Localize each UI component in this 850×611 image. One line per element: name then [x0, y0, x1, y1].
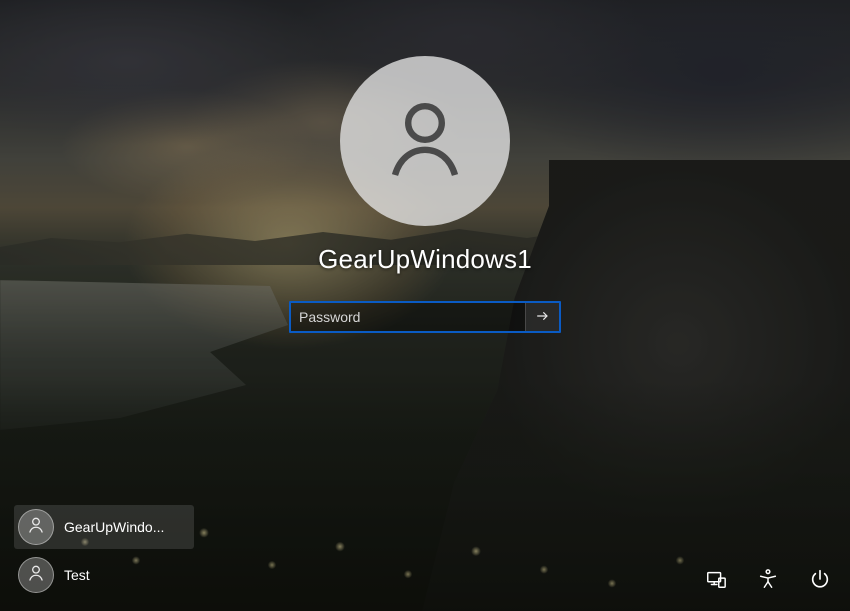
user-switcher-item[interactable]: Test [14, 553, 194, 597]
network-button[interactable] [704, 569, 728, 593]
person-icon [377, 91, 473, 192]
person-icon [26, 563, 46, 588]
user-avatar-large [340, 56, 510, 226]
system-buttons-row [704, 569, 832, 593]
user-switcher-label: Test [64, 567, 90, 583]
user-switcher-label: GearUpWindo... [64, 519, 164, 535]
power-button[interactable] [808, 569, 832, 593]
power-icon [809, 568, 831, 595]
accessibility-icon [757, 568, 779, 595]
user-switcher-list: GearUpWindo... Test [14, 505, 194, 597]
username-label: GearUpWindows1 [318, 244, 532, 275]
login-panel: GearUpWindows1 [289, 56, 561, 333]
network-icon [705, 568, 727, 595]
password-input[interactable] [291, 303, 525, 331]
accessibility-button[interactable] [756, 569, 780, 593]
user-switcher-item[interactable]: GearUpWindo... [14, 505, 194, 549]
submit-button[interactable] [525, 303, 559, 331]
person-icon [26, 515, 46, 540]
user-avatar-small [18, 509, 54, 545]
arrow-right-icon [535, 308, 551, 327]
password-row [289, 301, 561, 333]
user-avatar-small [18, 557, 54, 593]
